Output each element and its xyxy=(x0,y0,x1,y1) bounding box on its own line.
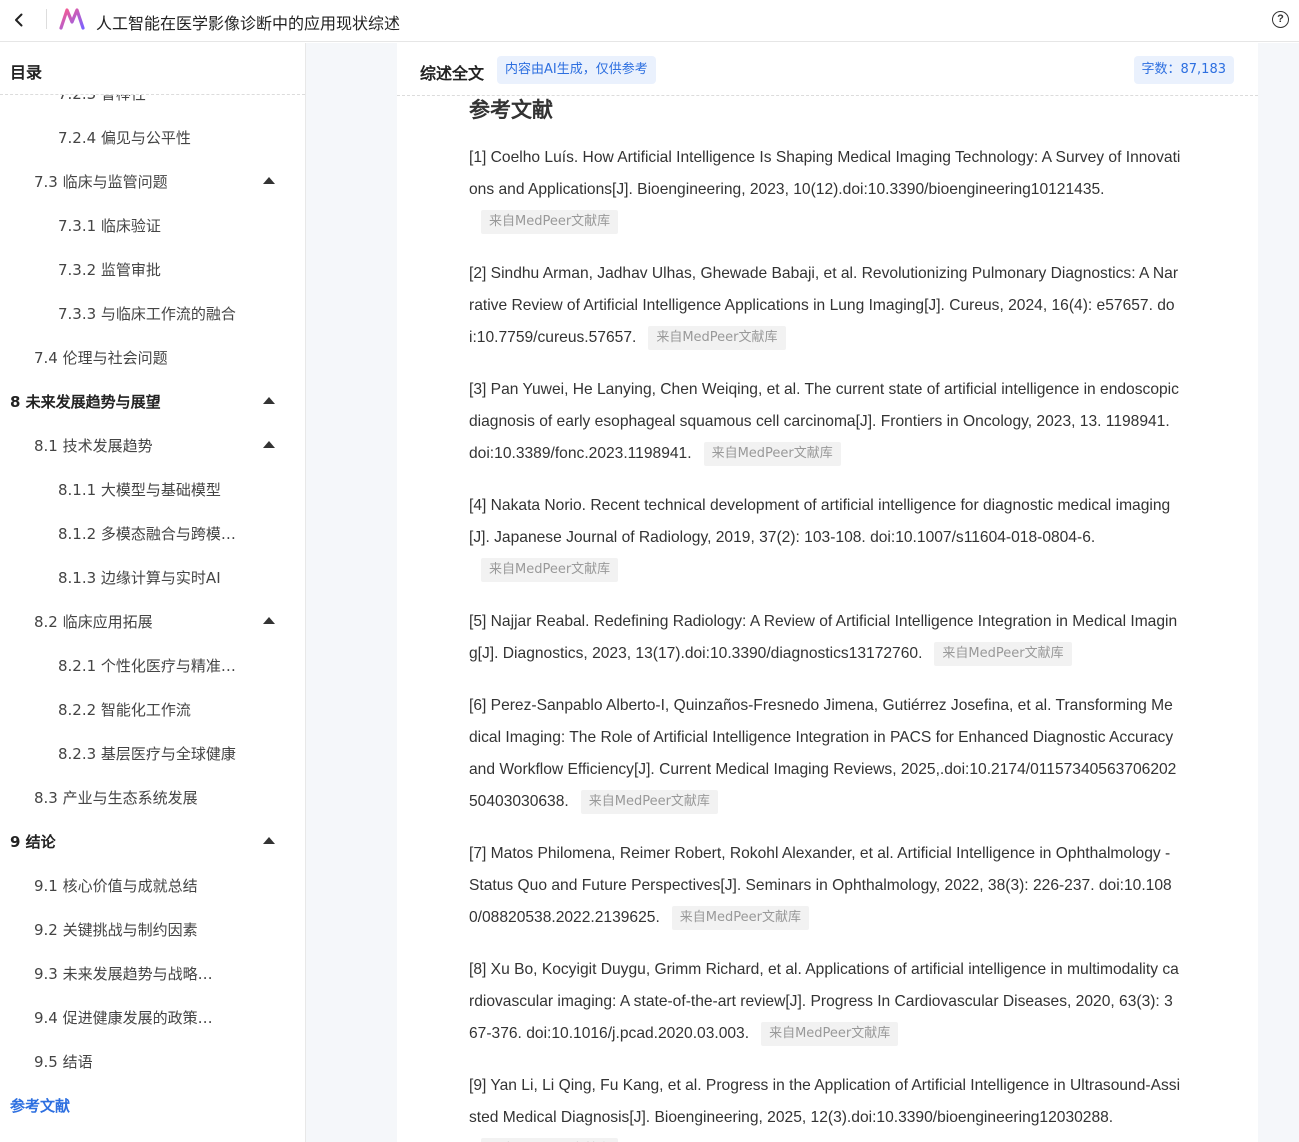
source-tag[interactable]: 来自MedPeer文献库 xyxy=(648,325,786,350)
toc-item[interactable]: 9.1 核心价值与成就总结 xyxy=(0,863,305,907)
back-arrow-icon[interactable] xyxy=(8,9,30,31)
toc-item[interactable]: 9 结论 xyxy=(0,819,305,863)
reference-item: [1] Coelho Luís. How Artificial Intellig… xyxy=(469,142,1181,238)
reference-item: [6] Perez-Sanpablo Alberto-I, Quinzaños-… xyxy=(469,690,1181,818)
toc-item[interactable]: 8.2.2 智能化工作流 xyxy=(0,687,305,731)
toc-item-label: 8.2.2 智能化工作流 xyxy=(58,700,191,719)
toc-item-label: 7.2.4 偏见与公平性 xyxy=(58,128,191,147)
toc-item-label: 7.3 临床与监管问题 xyxy=(34,172,168,191)
toc-item-label: 7.4 伦理与社会问题 xyxy=(34,348,168,367)
toc-item-label: 8.3 产业与生态系统发展 xyxy=(34,788,198,807)
toc-item-label: 8 未来发展趋势与展望 xyxy=(10,392,161,411)
toc-item-label: 8.1 技术发展趋势 xyxy=(34,436,153,455)
toc-item[interactable]: 9.2 关键挑战与制约因素 xyxy=(0,907,305,951)
toc-item[interactable]: 9.5 结语 xyxy=(0,1039,305,1083)
toc-item-label: 8.2.1 个性化医疗与精准… xyxy=(58,656,236,675)
toc-item-label: 9.1 核心价值与成就总结 xyxy=(34,876,198,895)
toc-item-label: 8.1.3 边缘计算与实时AI xyxy=(58,568,221,587)
ai-notice-badge: 内容由AI生成，仅供参考 xyxy=(497,56,656,84)
article-title: 综述全文 xyxy=(420,64,485,83)
reference-text: [9] Yan Li, Li Qing, Fu Kang, et al. Pro… xyxy=(469,1077,1181,1126)
reference-text: [2] Sindhu Arman, Jadhav Ulhas, Ghewade … xyxy=(469,265,1179,346)
article-card: 综述全文 内容由AI生成，仅供参考 字数：87,183 参考文献 [1] Coe… xyxy=(397,43,1258,1142)
toc-item[interactable]: 8.1.3 边缘计算与实时AI xyxy=(0,555,305,599)
toc-list: 7.2.3 鲁棒性7.2.4 偏见与公平性7.3 临床与监管问题7.3.1 临床… xyxy=(0,71,305,1127)
toc-item-label: 8.1.2 多模态融合与跨模… xyxy=(58,524,236,543)
toc-heading: 目录 xyxy=(0,43,305,95)
section-title: 参考文献 xyxy=(469,98,553,122)
toc-item-label: 9 结论 xyxy=(10,832,56,851)
reference-text: [7] Matos Philomena, Reimer Robert, Roko… xyxy=(469,845,1172,926)
toc-sidebar: 目录 7.2.3 鲁棒性7.2.4 偏见与公平性7.3 临床与监管问题7.3.1… xyxy=(0,43,306,1142)
reference-item: [7] Matos Philomena, Reimer Robert, Roko… xyxy=(469,838,1181,934)
reference-item: [8] Xu Bo, Kocyigit Duygu, Grimm Richard… xyxy=(469,954,1181,1050)
toc-item[interactable]: 8.1 技术发展趋势 xyxy=(0,423,305,467)
reference-text: [1] Coelho Luís. How Artificial Intellig… xyxy=(469,149,1181,198)
toc-item[interactable]: 8.3 产业与生态系统发展 xyxy=(0,775,305,819)
source-tag[interactable]: 来自MedPeer文献库 xyxy=(481,1137,619,1142)
source-tag[interactable]: 来自MedPeer文献库 xyxy=(580,789,718,814)
source-tag[interactable]: 来自MedPeer文献库 xyxy=(671,905,809,930)
toc-item-label: 7.3.2 监管审批 xyxy=(58,260,161,279)
toc-item-label: 参考文献 xyxy=(10,1096,71,1115)
reference-list: [1] Coelho Luís. How Artificial Intellig… xyxy=(469,142,1181,1142)
toc-item-label: 8.1.1 大模型与基础模型 xyxy=(58,480,221,499)
toc-item[interactable]: 9.3 未来发展趋势与战略方向 xyxy=(0,951,305,995)
source-tag[interactable]: 来自MedPeer文献库 xyxy=(481,209,619,234)
toc-item[interactable]: 参考文献 xyxy=(0,1083,305,1127)
toc-item-label: 8.2.3 基层医疗与全球健康 xyxy=(58,744,236,763)
source-tag[interactable]: 来自MedPeer文献库 xyxy=(761,1021,899,1046)
toc-item-label: 9.4 促进健康发展的政策建议 xyxy=(34,1008,224,1027)
collapse-caret-icon[interactable] xyxy=(263,441,275,448)
toc-item[interactable]: 8.2 临床应用拓展 xyxy=(0,599,305,643)
toc-item-label: 7.3.1 临床验证 xyxy=(58,216,161,235)
collapse-caret-icon[interactable] xyxy=(263,617,275,624)
collapse-caret-icon[interactable] xyxy=(263,397,275,404)
toc-item-label: 9.5 结语 xyxy=(34,1052,93,1071)
word-count-badge: 字数：87,183 xyxy=(1133,56,1234,84)
main-area: 综述全文 内容由AI生成，仅供参考 字数：87,183 参考文献 [1] Coe… xyxy=(306,43,1299,1142)
toc-item[interactable]: 7.3.1 临床验证 xyxy=(0,203,305,247)
reference-item: [5] Najjar Reabal. Redefining Radiology:… xyxy=(469,606,1181,670)
help-icon[interactable]: ? xyxy=(1272,11,1289,28)
reference-item: [4] Nakata Norio. Recent technical devel… xyxy=(469,490,1181,586)
source-tag[interactable]: 来自MedPeer文献库 xyxy=(703,441,841,466)
toc-item[interactable]: 7.3.3 与临床工作流的融合 xyxy=(0,291,305,335)
reference-item: [9] Yan Li, Li Qing, Fu Kang, et al. Pro… xyxy=(469,1070,1181,1142)
references-section: 参考文献 [1] Coelho Luís. How Artificial Int… xyxy=(469,96,1181,1142)
app-logo-icon xyxy=(58,6,86,32)
toc-item-label: 9.3 未来发展趋势与战略方向 xyxy=(34,964,224,983)
source-tag[interactable]: 来自MedPeer文献库 xyxy=(934,641,1072,666)
reference-text: [4] Nakata Norio. Recent technical devel… xyxy=(469,497,1171,546)
toc-item[interactable]: 7.2.4 偏见与公平性 xyxy=(0,115,305,159)
toc-item[interactable]: 7.3.2 监管审批 xyxy=(0,247,305,291)
toc-item[interactable]: 8 未来发展趋势与展望 xyxy=(0,379,305,423)
toc-item-label: 9.2 关键挑战与制约因素 xyxy=(34,920,198,939)
toc-item-label: 8.2 临床应用拓展 xyxy=(34,612,153,631)
divider xyxy=(46,9,47,29)
reference-item: [2] Sindhu Arman, Jadhav Ulhas, Ghewade … xyxy=(469,258,1181,354)
toc-item[interactable]: 7.4 伦理与社会问题 xyxy=(0,335,305,379)
article-header: 综述全文 内容由AI生成，仅供参考 字数：87,183 xyxy=(397,43,1258,96)
top-bar: 人工智能在医学影像诊断中的应用现状综述 ? xyxy=(0,0,1299,42)
toc-item[interactable]: 8.2.3 基层医疗与全球健康 xyxy=(0,731,305,775)
collapse-caret-icon[interactable] xyxy=(263,177,275,184)
reference-text: [6] Perez-Sanpablo Alberto-I, Quinzaños-… xyxy=(469,697,1177,810)
toc-item[interactable]: 8.2.1 个性化医疗与精准… xyxy=(0,643,305,687)
toc-item[interactable]: 7.3 临床与监管问题 xyxy=(0,159,305,203)
reference-item: [3] Pan Yuwei, He Lanying, Chen Weiqing,… xyxy=(469,374,1181,470)
toc-item[interactable]: 8.1.2 多模态融合与跨模… xyxy=(0,511,305,555)
source-tag[interactable]: 来自MedPeer文献库 xyxy=(481,557,619,582)
toc-item[interactable]: 9.4 促进健康发展的政策建议 xyxy=(0,995,305,1039)
collapse-caret-icon[interactable] xyxy=(263,837,275,844)
app-title: 人工智能在医学影像诊断中的应用现状综述 xyxy=(96,14,401,33)
toc-item[interactable]: 8.1.1 大模型与基础模型 xyxy=(0,467,305,511)
toc-item-label: 7.3.3 与临床工作流的融合 xyxy=(58,304,236,323)
